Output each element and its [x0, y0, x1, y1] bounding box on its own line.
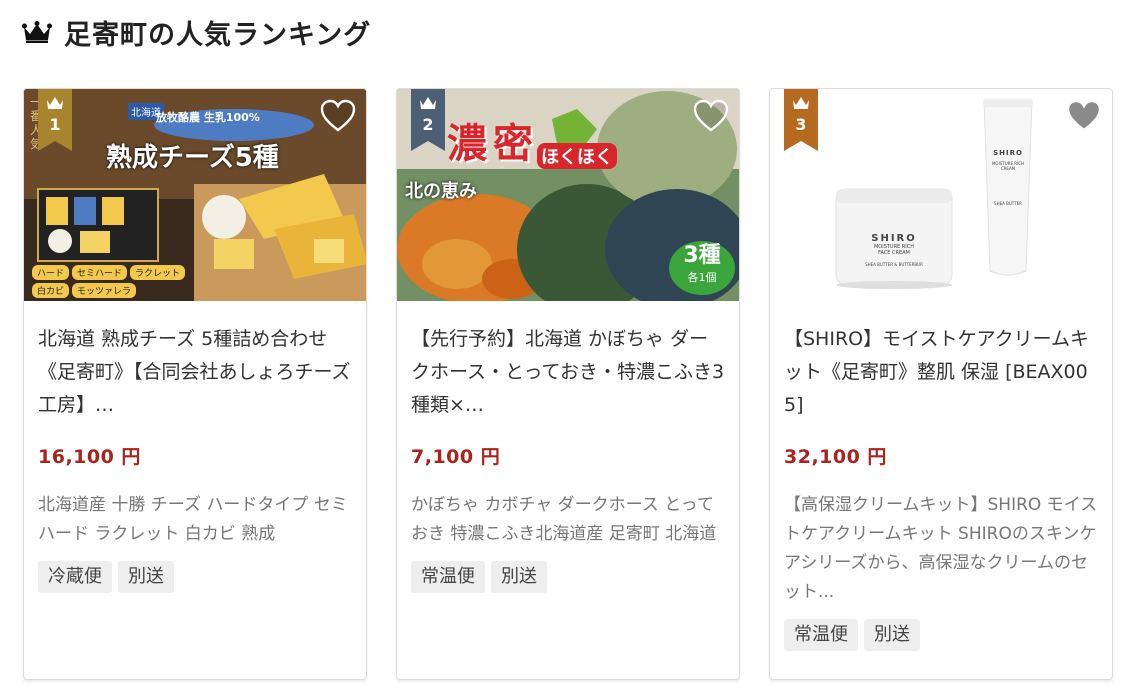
jar-label: SHIRO MOISTURE RICH FACE CREAM SHEA BUTT…: [836, 233, 952, 267]
image-type-label: セミハード: [72, 265, 128, 280]
product-description: 北海道産 十勝 チーズ ハードタイプ セミハード ラクレット 白カビ 熟成: [38, 495, 348, 544]
ranking-heading: 足寄町の人気ランキング: [22, 14, 372, 51]
product-card[interactable]: 濃密 ほくほく 北の恵み 3種 各1個 2 【先行予約】北海道 かぼちゃ ダーク…: [396, 88, 740, 680]
image-type-label: ラクレット: [130, 265, 186, 280]
shipping-tag: 常温便: [784, 619, 858, 651]
rank-badge: 2: [411, 89, 445, 151]
tube-line2: CREAM: [1000, 166, 1016, 171]
tube-small: SHEA BUTTER: [994, 201, 1022, 206]
product-image-pumpkin[interactable]: 濃密 ほくほく 北の恵み 3種 各1個 2: [397, 89, 739, 301]
product-price: 7,100 円: [411, 446, 501, 468]
shipping-tag: 別送: [864, 619, 920, 651]
product-price: 32,100 円: [784, 446, 887, 468]
product-price: 16,100 円: [38, 446, 141, 468]
image-brand-label: 放牧酪農 生乳100%: [156, 111, 260, 124]
image-headline: 濃密: [447, 121, 539, 167]
crown-icon: [22, 21, 52, 43]
product-image-cream[interactable]: SHIRO MOISTURE RICH FACE CREAM SHEA BUTT…: [770, 89, 1112, 301]
rank-badge: 1: [38, 89, 72, 151]
product-description: 【高保湿クリームキット】SHIRO モイストケアクリームキット SHIROのスキ…: [784, 495, 1098, 602]
image-type-label: 白カビ: [32, 283, 70, 298]
jar-small: SHEA BUTTER & BUTTERBUR: [865, 262, 923, 267]
heart-icon[interactable]: [693, 99, 729, 133]
product-card[interactable]: SHIRO MOISTURE RICH FACE CREAM SHEA BUTT…: [769, 88, 1113, 680]
product-name[interactable]: 【SHIRO】モイストケアクリームキット《足寄町》整肌 保湿 [BEAX005]: [784, 323, 1098, 422]
cream-illustration: [770, 89, 1112, 301]
heart-icon[interactable]: [1066, 99, 1102, 133]
shipping-tag: 冷蔵便: [38, 561, 112, 593]
image-subline: ほくほく: [537, 143, 617, 169]
shipping-tag: 別送: [491, 561, 547, 593]
tag-list: 常温便 別送: [411, 561, 725, 593]
image-headline: 熟成チーズ5種: [106, 143, 279, 173]
jar-brand: SHIRO: [871, 233, 917, 244]
shipping-tag: 別送: [118, 561, 174, 593]
rank-number: 1: [49, 115, 61, 134]
tube-label: SHIRO MOISTURE RICH CREAM SHEA BUTTER: [986, 149, 1030, 206]
rank-number: 2: [422, 115, 434, 134]
variety-badge: 3種 各1個: [669, 241, 735, 295]
rank-badge: 3: [784, 89, 818, 151]
variety-badge-sub: 各1個: [687, 271, 717, 284]
image-tagline: 北の恵み: [405, 181, 477, 202]
rank-number: 3: [795, 115, 807, 134]
product-name[interactable]: 北海道 熟成チーズ 5種詰め合わせ《足寄町》【合同会社あしょろチーズ工房】…: [38, 323, 352, 422]
product-description: かぼちゃ カボチャ ダークホース とっておき 特濃こふき北海道産 足寄町 北海道: [411, 495, 717, 544]
product-name[interactable]: 【先行予約】北海道 かぼちゃ ダークホース・とっておき・特濃こふき3種類×…: [411, 323, 725, 422]
image-type-label: ハード: [32, 265, 70, 280]
variety-badge-main: 3種: [683, 243, 721, 268]
product-card[interactable]: 北海道 放牧酪農 生乳100% 熟成チーズ5種 一番人気 ハード セミハード ラ…: [23, 88, 367, 680]
shipping-tag: 常温便: [411, 561, 485, 593]
heart-icon[interactable]: [320, 99, 356, 133]
page-title: 足寄町の人気ランキング: [64, 19, 372, 51]
tube-brand: SHIRO: [993, 149, 1023, 157]
tag-list: 冷蔵便 別送: [38, 561, 352, 593]
image-type-label: モッツァレラ: [72, 283, 137, 298]
product-image-cheese[interactable]: 北海道 放牧酪農 生乳100% 熟成チーズ5種 一番人気 ハード セミハード ラ…: [24, 89, 366, 301]
tag-list: 常温便 別送: [784, 619, 1098, 651]
image-type-labels: ハード セミハード ラクレット 白カビ モッツァレラ: [32, 265, 222, 298]
jar-line2: FACE CREAM: [878, 250, 910, 256]
